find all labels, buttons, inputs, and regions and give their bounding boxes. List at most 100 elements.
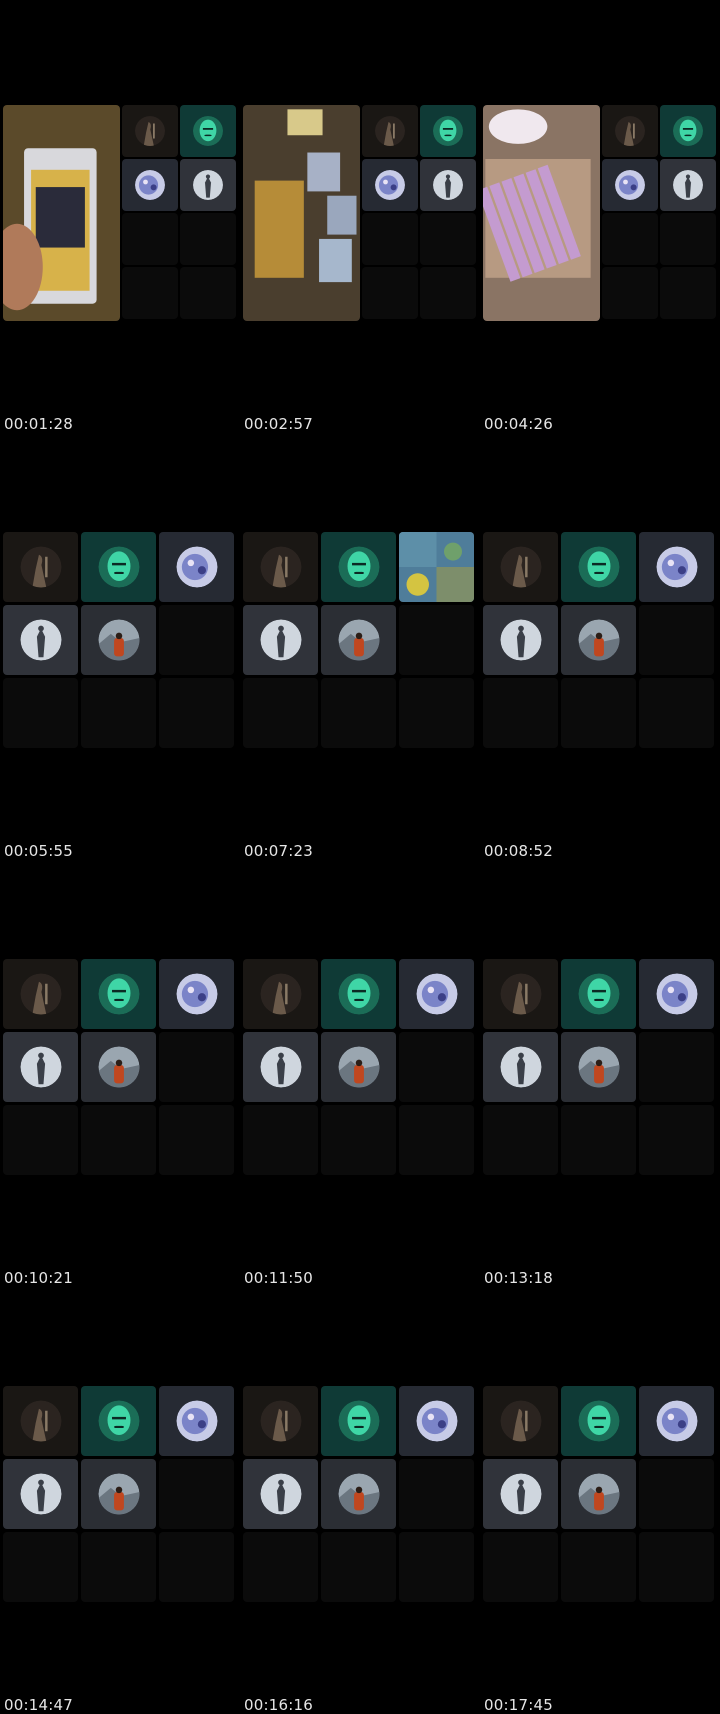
participant-tile[interactable]: [243, 1459, 318, 1529]
participant-tile[interactable]: [420, 105, 476, 157]
figure-wings-avatar: [260, 1473, 301, 1515]
participant-tile[interactable]: [561, 1386, 636, 1456]
participant-tile[interactable]: [321, 1459, 396, 1529]
participant-tile[interactable]: [122, 105, 178, 157]
thumbnail-frame[interactable]: [483, 532, 718, 752]
figure-wings-avatar: [433, 170, 463, 200]
participant-tile[interactable]: [81, 1032, 156, 1102]
timestamp-label: 00:04:26: [484, 415, 553, 433]
participant-tile[interactable]: [321, 1386, 396, 1456]
thumbnail-frame[interactable]: [243, 532, 478, 752]
cards-screenshare-tile: [399, 532, 474, 602]
participant-tile[interactable]: [159, 1386, 234, 1456]
thumbnail-frame[interactable]: [243, 105, 478, 325]
participant-tile[interactable]: [399, 959, 474, 1029]
participant-tile[interactable]: [639, 1386, 714, 1456]
participant-tile[interactable]: [180, 105, 236, 157]
thumbnail-frame[interactable]: [243, 1386, 478, 1606]
mountain-person-avatar: [578, 1046, 619, 1088]
participant-grid: [483, 1386, 718, 1606]
participant-tile[interactable]: [3, 1459, 78, 1529]
participant-tile[interactable]: [3, 959, 78, 1029]
participant-tile[interactable]: [660, 159, 716, 211]
participant-tile[interactable]: [483, 1032, 558, 1102]
participant-tile[interactable]: [321, 532, 396, 602]
person-silhouette-avatar: [260, 1400, 301, 1442]
thumbnail-frame[interactable]: [3, 1386, 238, 1606]
participant-tile[interactable]: [3, 1032, 78, 1102]
empty-tile: [321, 678, 396, 748]
empty-tile: [159, 1459, 234, 1529]
empty-tile: [3, 678, 78, 748]
participant-tile[interactable]: [159, 959, 234, 1029]
empty-tile: [483, 1532, 558, 1602]
participant-tile[interactable]: [483, 959, 558, 1029]
participant-tile[interactable]: [321, 605, 396, 675]
featured-video-tile[interactable]: [483, 105, 600, 321]
participant-tile[interactable]: [3, 1386, 78, 1456]
participant-tile[interactable]: [81, 605, 156, 675]
participant-tile[interactable]: [243, 1386, 318, 1456]
participant-tile[interactable]: [561, 1459, 636, 1529]
thumbnail-frame[interactable]: [3, 105, 238, 325]
thumbnail-frame[interactable]: [483, 105, 718, 325]
participant-tile[interactable]: [660, 105, 716, 157]
participant-tile[interactable]: [483, 1386, 558, 1456]
participant-tile[interactable]: [561, 1032, 636, 1102]
blue-creature-avatar: [416, 973, 457, 1015]
thumbnail-frame[interactable]: [483, 1386, 718, 1606]
empty-tile: [639, 1532, 714, 1602]
empty-tile: [321, 1532, 396, 1602]
participant-tile[interactable]: [180, 159, 236, 211]
participant-tile[interactable]: [483, 605, 558, 675]
participant-tile[interactable]: [321, 959, 396, 1029]
participant-tile[interactable]: [321, 1032, 396, 1102]
featured-video-tile[interactable]: [3, 105, 120, 321]
participant-tile[interactable]: [362, 105, 418, 157]
participant-tile[interactable]: [122, 159, 178, 211]
empty-tile: [639, 1459, 714, 1529]
participant-tile[interactable]: [81, 959, 156, 1029]
participant-tile[interactable]: [81, 1459, 156, 1529]
participant-grid: [483, 105, 718, 325]
participant-tile[interactable]: [561, 605, 636, 675]
participant-tile[interactable]: [561, 959, 636, 1029]
empty-tile: [362, 213, 418, 265]
blue-creature-avatar: [656, 973, 697, 1015]
thumbnail-frame[interactable]: [3, 532, 238, 752]
empty-tile: [660, 213, 716, 265]
mountain-person-avatar: [578, 1473, 619, 1515]
screenshare-tile[interactable]: [399, 532, 474, 602]
blue-creature-avatar: [615, 170, 645, 200]
participant-grid: [3, 1386, 238, 1606]
thumbnail-frame[interactable]: [243, 959, 478, 1179]
participant-tile[interactable]: [420, 159, 476, 211]
participant-tile[interactable]: [159, 532, 234, 602]
participant-tile[interactable]: [81, 1386, 156, 1456]
participant-tile[interactable]: [81, 532, 156, 602]
empty-tile: [81, 678, 156, 748]
thumbnail-frame[interactable]: [3, 959, 238, 1179]
participant-tile[interactable]: [561, 532, 636, 602]
participant-tile[interactable]: [243, 1032, 318, 1102]
participant-tile[interactable]: [243, 959, 318, 1029]
participant-tile[interactable]: [362, 159, 418, 211]
participant-tile[interactable]: [243, 605, 318, 675]
participant-tile[interactable]: [639, 959, 714, 1029]
participant-tile[interactable]: [483, 1459, 558, 1529]
timestamp-label: 00:07:23: [244, 842, 313, 860]
participant-tile[interactable]: [602, 105, 658, 157]
green-mask-avatar: [98, 973, 139, 1015]
empty-tile: [399, 1105, 474, 1175]
thumbnail-frame[interactable]: [483, 959, 718, 1179]
participant-tile[interactable]: [243, 532, 318, 602]
participant-tile[interactable]: [399, 1386, 474, 1456]
featured-video-tile[interactable]: [243, 105, 360, 321]
empty-tile: [159, 1032, 234, 1102]
participant-tile[interactable]: [602, 159, 658, 211]
empty-tile: [159, 605, 234, 675]
participant-tile[interactable]: [3, 605, 78, 675]
participant-tile[interactable]: [483, 532, 558, 602]
participant-tile[interactable]: [3, 532, 78, 602]
participant-tile[interactable]: [639, 532, 714, 602]
